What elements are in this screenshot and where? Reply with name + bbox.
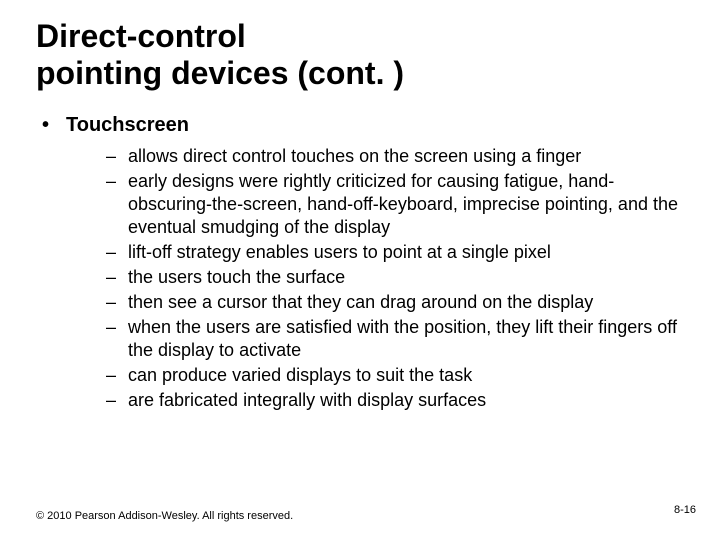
bullet-main: Touchscreen allows direct control touche…: [42, 114, 684, 412]
sub-bullet: when the users are satisfied with the po…: [106, 316, 684, 362]
sub-bullet: early designs were rightly criticized fo…: [106, 170, 684, 239]
copyright-footer: © 2010 Pearson Addison-Wesley. All right…: [36, 510, 293, 522]
sub-bullet: the users touch the surface: [106, 266, 684, 289]
sub-bullet-text: the users touch the surface: [128, 267, 345, 287]
slide: Direct-control pointing devices (cont. )…: [0, 0, 720, 540]
title-line-2: pointing devices (cont. ): [36, 55, 404, 91]
bullet-main-text: Touchscreen: [66, 114, 189, 136]
slide-title: Direct-control pointing devices (cont. ): [36, 18, 684, 92]
sub-bullet-text: then see a cursor that they can drag aro…: [128, 292, 593, 312]
sub-bullet-text: are fabricated integrally with display s…: [128, 390, 486, 410]
page-number: 8-16: [674, 504, 696, 516]
bullet-list-level1: Touchscreen allows direct control touche…: [36, 114, 684, 412]
sub-bullet-text: when the users are satisfied with the po…: [128, 317, 677, 360]
sub-bullet-text: allows direct control touches on the scr…: [128, 146, 581, 166]
sub-bullet-text: lift-off strategy enables users to point…: [128, 242, 551, 262]
sub-bullet-text: can produce varied displays to suit the …: [128, 365, 472, 385]
sub-bullet: then see a cursor that they can drag aro…: [106, 291, 684, 314]
sub-bullet: can produce varied displays to suit the …: [106, 364, 684, 387]
sub-bullet: allows direct control touches on the scr…: [106, 145, 684, 168]
sub-bullet-text: early designs were rightly criticized fo…: [128, 171, 678, 237]
sub-bullet: lift-off strategy enables users to point…: [106, 241, 684, 264]
title-line-1: Direct-control: [36, 18, 246, 54]
bullet-list-level2: allows direct control touches on the scr…: [66, 137, 684, 412]
sub-bullet: are fabricated integrally with display s…: [106, 389, 684, 412]
